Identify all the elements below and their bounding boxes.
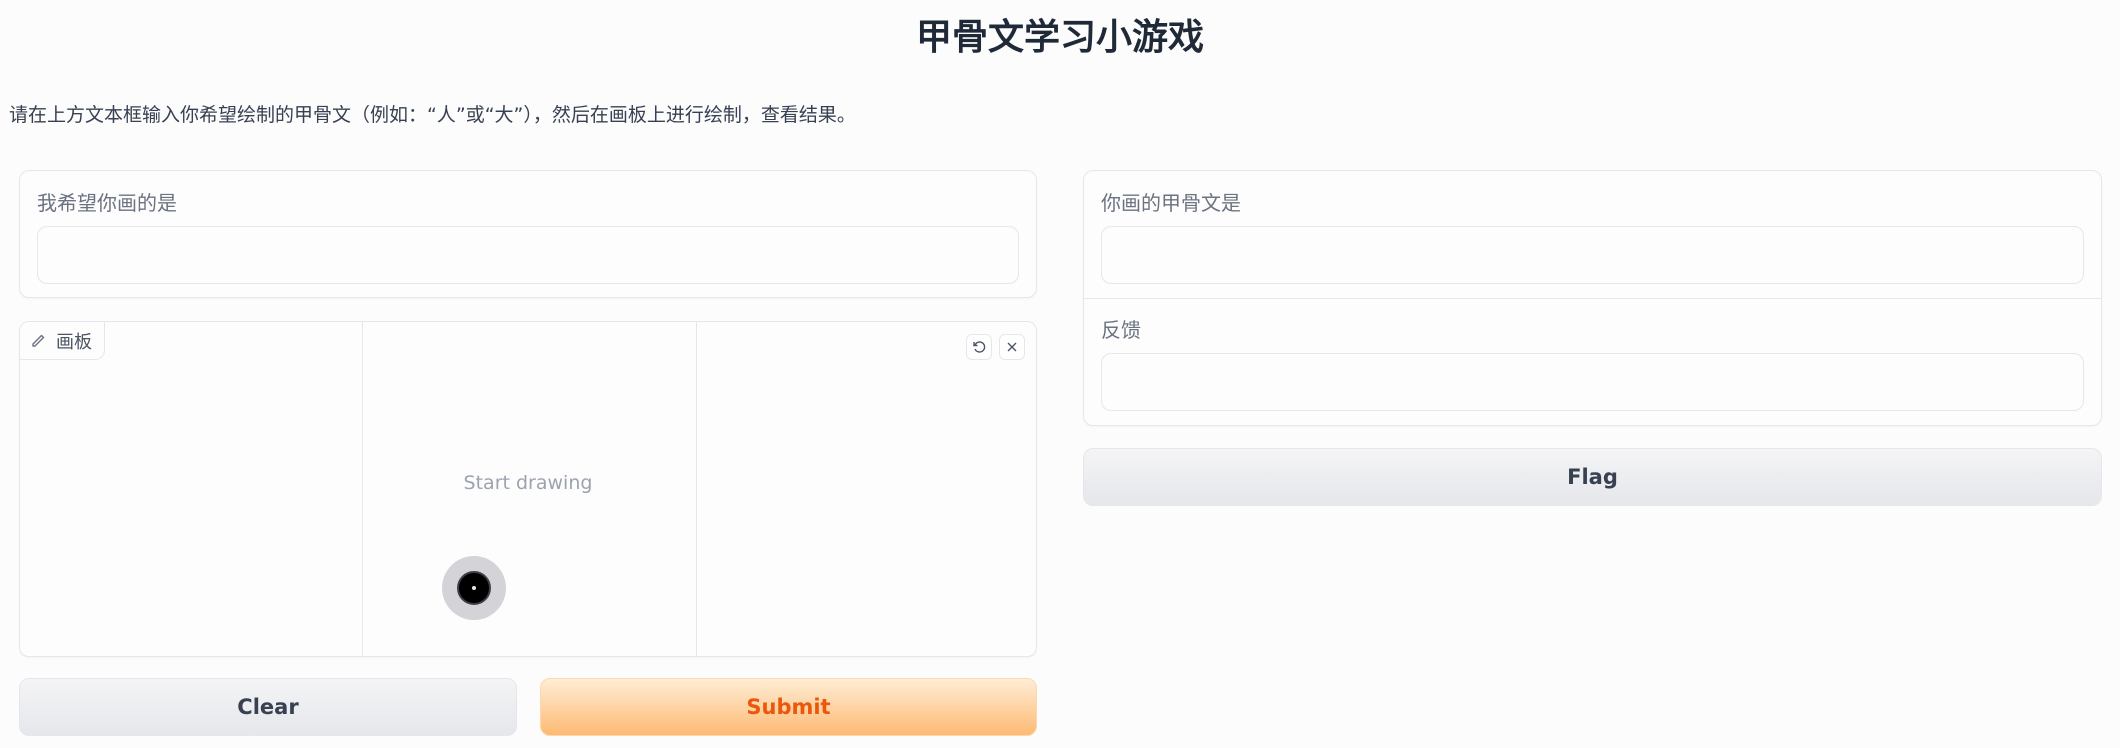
target-character-label: 我希望你画的是 (37, 191, 177, 215)
pencil-icon (32, 334, 45, 347)
result-label: 你画的甲骨文是 (1101, 191, 1241, 215)
canvas-tab-label: 画板 (56, 331, 92, 353)
target-character-panel: 我希望你画的是 (19, 170, 1037, 298)
output-panel: 你画的甲骨文是 反馈 (1083, 170, 2102, 426)
undo-icon (973, 341, 986, 353)
page-description: 请在上方文本框输入你希望绘制的甲骨文（例如：“人”或“大”），然后在画板上进行绘… (9, 104, 856, 126)
feedback-output[interactable] (1101, 353, 2084, 411)
page-title: 甲骨文学习小游戏 (915, 17, 1204, 58)
target-character-input[interactable] (37, 226, 1019, 284)
canvas-tab: 画板 (20, 322, 105, 360)
result-output[interactable] (1101, 226, 2084, 284)
flag-button[interactable]: Flag (1083, 448, 2102, 506)
undo-button[interactable] (966, 334, 992, 360)
brush-cursor (442, 556, 506, 620)
brush-cursor-center (472, 586, 476, 590)
brush-cursor-dot (457, 571, 491, 605)
close-icon (1007, 342, 1017, 352)
clear-button[interactable]: Clear (19, 678, 517, 736)
feedback-label: 反馈 (1101, 318, 1141, 342)
submit-button[interactable]: Submit (540, 678, 1037, 736)
clear-canvas-button[interactable] (999, 334, 1025, 360)
start-drawing-placeholder: Start drawing (463, 472, 593, 494)
drawing-canvas[interactable]: 画板 Start drawing (19, 321, 1037, 657)
output-divider (1084, 298, 2101, 299)
